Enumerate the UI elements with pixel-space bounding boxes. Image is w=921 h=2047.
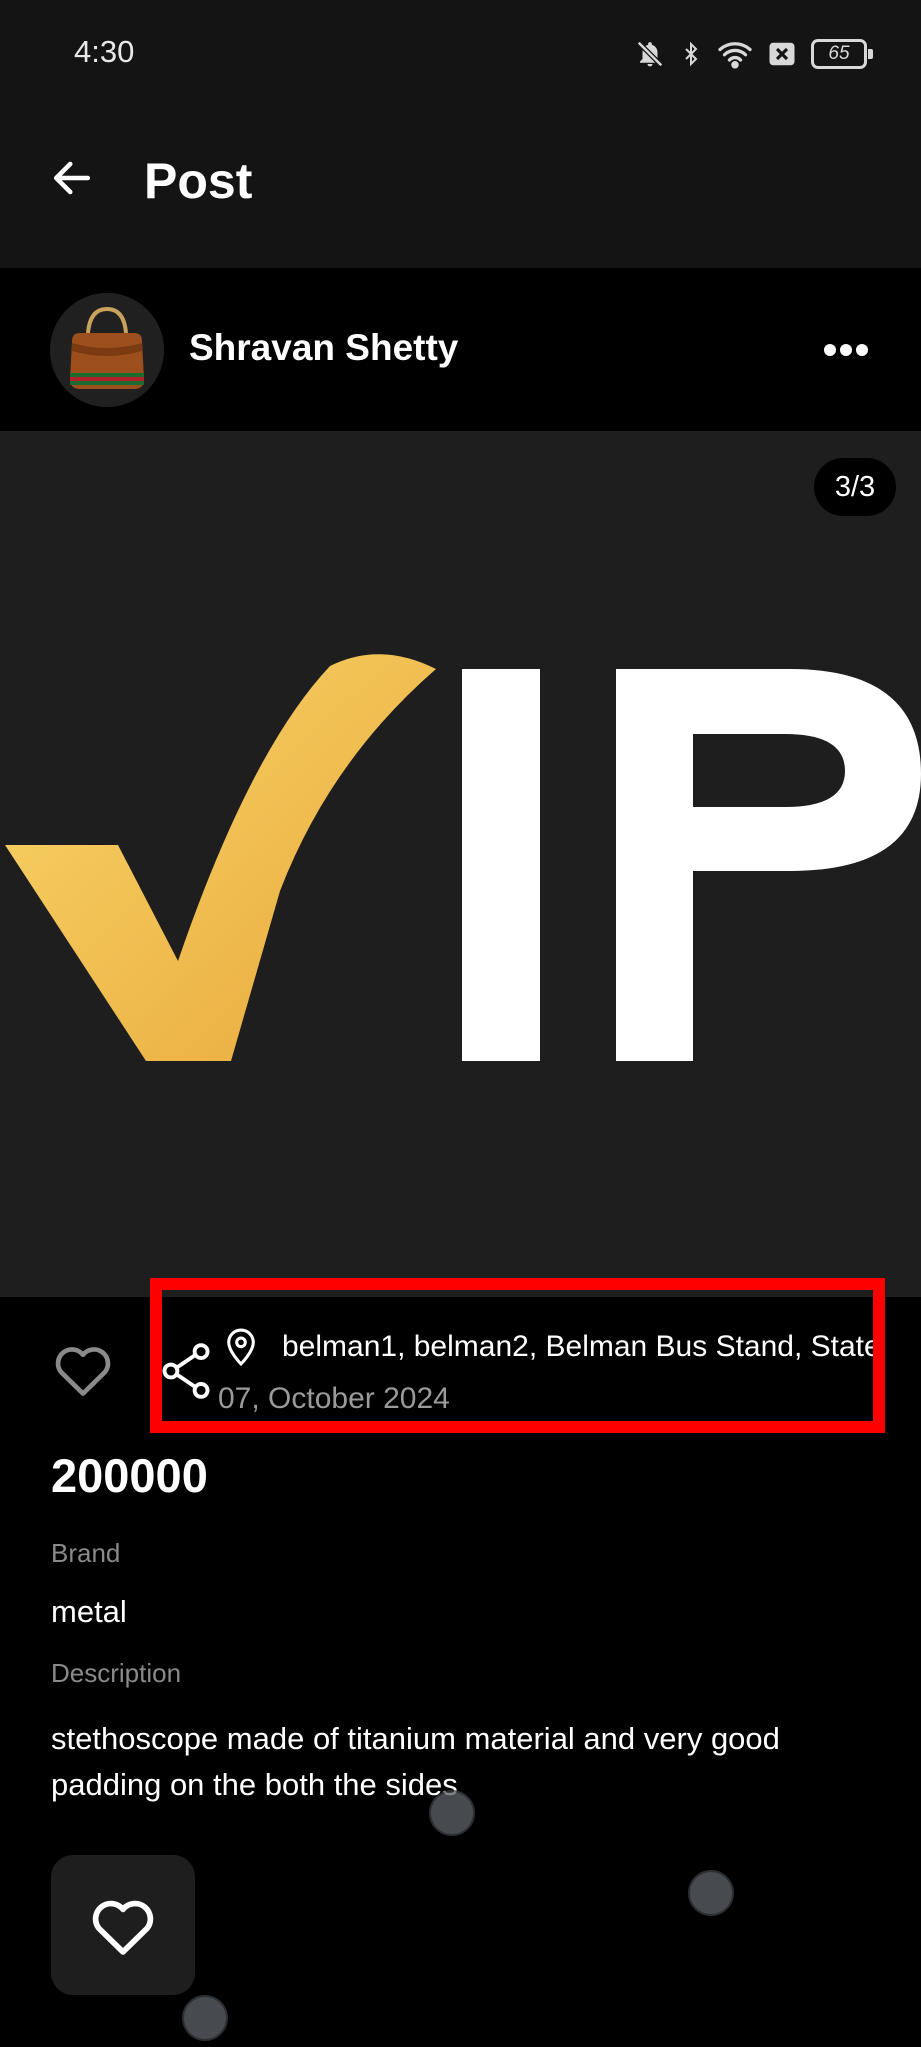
bluetooth-icon <box>685 41 698 67</box>
more-options-button[interactable] <box>816 325 876 375</box>
touch-indicator <box>688 1870 734 1916</box>
post-price: 200000 <box>51 1449 208 1502</box>
heart-outline-icon <box>55 1347 111 1396</box>
more-horizontal-icon <box>824 344 868 356</box>
avatar[interactable] <box>50 293 164 407</box>
heart-outline-icon <box>92 1900 154 1955</box>
back-button[interactable] <box>44 150 100 206</box>
arrow-left-icon <box>53 161 91 195</box>
vip-logo-image <box>5 654 921 1061</box>
brand-value: metal <box>51 1594 127 1629</box>
handbag-image <box>50 293 164 407</box>
status-icons: 65 <box>635 34 873 74</box>
image-counter: 3/3 <box>814 458 896 516</box>
favorite-button[interactable] <box>51 1855 195 1995</box>
description-label: Description <box>51 1658 182 1688</box>
highlight-box <box>150 1278 885 1433</box>
like-button[interactable] <box>52 1340 114 1398</box>
touch-indicator <box>182 1995 228 2041</box>
author-name[interactable]: Shravan Shetty <box>189 327 458 369</box>
battery-icon: 65 <box>811 39 873 69</box>
sim-x-icon <box>769 42 795 66</box>
brand-label: Brand <box>51 1538 121 1568</box>
bell-off-icon <box>636 40 664 68</box>
battery-level: 65 <box>828 43 850 64</box>
app-header <box>0 105 921 268</box>
status-time: 4:30 <box>74 34 135 69</box>
wifi-icon <box>718 42 752 69</box>
post-image[interactable] <box>0 431 921 1297</box>
page-title: Post <box>144 153 253 209</box>
touch-indicator <box>429 1790 475 1836</box>
